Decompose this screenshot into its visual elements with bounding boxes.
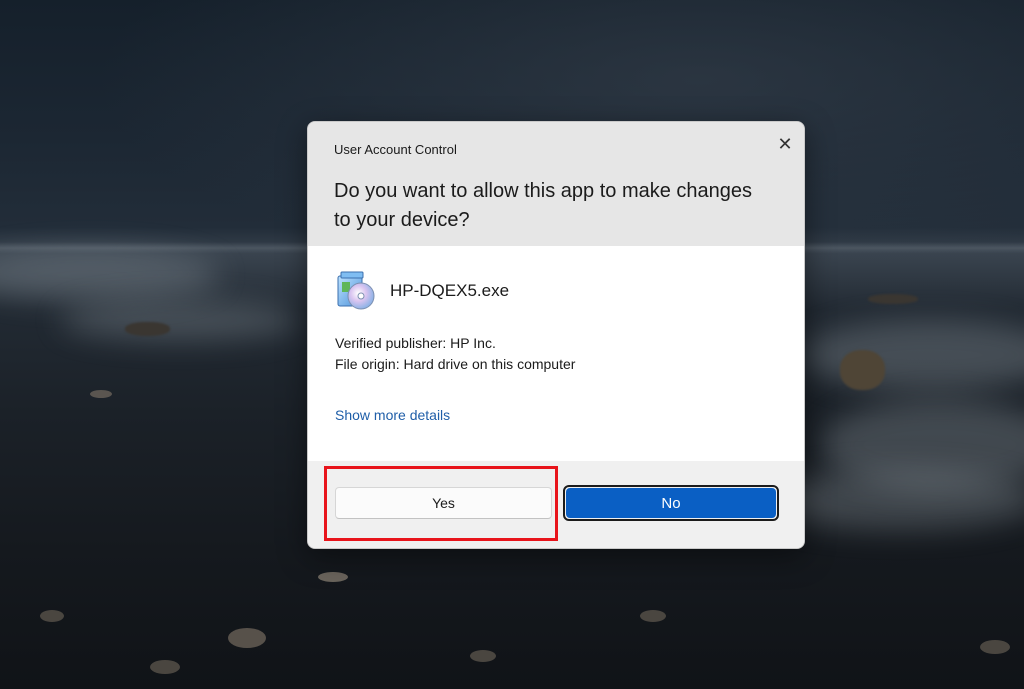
pebble bbox=[640, 610, 666, 622]
rock bbox=[868, 294, 918, 304]
pebble bbox=[318, 572, 348, 582]
pebble bbox=[980, 640, 1010, 654]
rock bbox=[125, 322, 170, 336]
no-button[interactable]: No bbox=[566, 488, 776, 518]
pebble bbox=[228, 628, 266, 648]
dialog-footer: Yes No bbox=[308, 461, 804, 548]
show-more-details-link[interactable]: Show more details bbox=[335, 407, 450, 423]
close-icon[interactable]: ✕ bbox=[770, 130, 800, 158]
file-origin: File origin: Hard drive on this computer bbox=[335, 356, 576, 372]
dialog-caption: User Account Control bbox=[334, 142, 457, 157]
installer-icon bbox=[337, 271, 375, 310]
mist-wave bbox=[60, 300, 300, 340]
pebble bbox=[150, 660, 180, 674]
dialog-question: Do you want to allow this app to make ch… bbox=[334, 180, 753, 231]
verified-publisher: Verified publisher: HP Inc. bbox=[335, 335, 496, 351]
uac-dialog: User Account Control ✕ Do you want to al… bbox=[307, 121, 805, 549]
pebble bbox=[90, 390, 112, 398]
rock bbox=[840, 350, 885, 390]
mist-wave bbox=[800, 320, 1024, 390]
mist-wave bbox=[0, 250, 220, 300]
yes-button[interactable]: Yes bbox=[335, 487, 552, 519]
no-button-focus-ring: No bbox=[563, 485, 779, 521]
app-name: HP-DQEX5.exe bbox=[390, 281, 510, 300]
pebble bbox=[470, 650, 496, 662]
dialog-header: User Account Control ✕ Do you want to al… bbox=[308, 122, 804, 246]
dialog-body: HP-DQEX5.exe Verified publisher: HP Inc.… bbox=[308, 246, 804, 461]
pebble bbox=[40, 610, 64, 622]
